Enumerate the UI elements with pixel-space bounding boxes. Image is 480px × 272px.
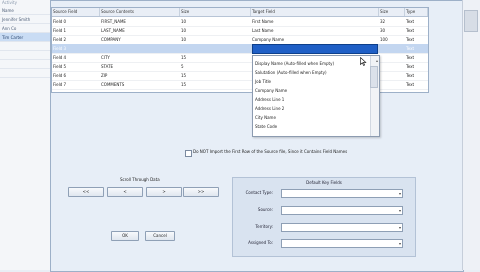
dropdown-option[interactable]: State Code (255, 123, 367, 130)
last-record-button[interactable]: >> (183, 187, 219, 197)
dropdown-scrollbar[interactable]: ▴ (370, 56, 379, 136)
source-select[interactable]: ▾ (281, 206, 403, 215)
cell-source-contents: COMMENTS (101, 82, 125, 87)
cell-source-field: Field 2 (53, 37, 67, 42)
contact-type-label: Contact Type: (245, 190, 273, 195)
list-item[interactable] (0, 69, 50, 78)
cell-target-size: 32 (380, 19, 386, 24)
first-record-button[interactable]: << (68, 187, 104, 197)
list-item[interactable]: Ann Co (0, 24, 50, 33)
chevron-down-icon[interactable]: ▾ (399, 224, 401, 231)
ok-button[interactable]: OK (111, 231, 139, 241)
cell-source-contents (100, 44, 180, 53)
cell-type: Text (406, 46, 415, 51)
column-header-type[interactable]: Type (405, 8, 428, 16)
source-label: Source: (257, 207, 273, 212)
column-header-source-contents[interactable]: Source Contents (100, 8, 180, 16)
cell-source-contents: FIRST_NAME (101, 19, 126, 24)
contact-type-select[interactable]: ▾ (281, 189, 403, 198)
chevron-down-icon[interactable]: ▾ (399, 207, 401, 214)
dropdown-option[interactable]: Display Name (Auto-filled when Empty) (255, 60, 367, 67)
cell-size: 5 (181, 64, 184, 69)
list-item[interactable]: Jennifer Smith (0, 15, 50, 24)
cell-target-size (379, 44, 405, 53)
background-list-panel: Activity Name Jennifer Smith Ann Co Tim … (0, 0, 51, 270)
cell-type: Text (406, 82, 415, 87)
column-header-source-field[interactable]: Source Field (52, 8, 100, 16)
territory-select[interactable]: ▾ (281, 223, 403, 232)
dropdown-scroll-thumb[interactable] (370, 66, 378, 88)
cancel-button[interactable]: Cancel (145, 231, 175, 241)
default-key-fields-title: Default Key Fields (306, 180, 342, 185)
cell-source-contents: ZIP (101, 73, 108, 78)
cell-target-size: 30 (380, 28, 386, 33)
pointer-cursor-icon (360, 57, 367, 66)
column-header-size[interactable]: Size (180, 8, 251, 16)
cell-size: 10 (181, 37, 187, 42)
cell-target-size: 100 (380, 37, 388, 42)
cell-size: 15 (181, 82, 187, 87)
cell-source-field: Field 5 (53, 64, 67, 69)
dropdown-option[interactable]: City Name (255, 114, 367, 121)
target-field-dropdown-list: Display Name (Auto-filled when Empty) Sa… (252, 55, 380, 137)
territory-label: Territory: (255, 224, 273, 229)
cell-type: Text (406, 37, 415, 42)
dropdown-option[interactable]: Salutation (Auto-filled when Empty) (255, 69, 367, 76)
default-key-fields-panel: Default Key Fields Contact Type: ▾ Sourc… (232, 177, 416, 257)
cell-source-contents: CITY (101, 55, 110, 60)
skip-first-row-checkbox[interactable] (185, 150, 192, 157)
window-scrollbar[interactable] (462, 0, 480, 270)
column-header-target-field[interactable]: Target Field (251, 8, 379, 16)
list-item[interactable] (0, 60, 50, 69)
panel-title: Activity (2, 0, 17, 5)
cell-source-field: Field 4 (53, 55, 67, 60)
window-scrollbar-thumb[interactable] (464, 10, 478, 32)
cell-size: 10 (181, 19, 187, 24)
dropdown-option[interactable]: Address Line 2 (255, 105, 367, 112)
cell-source-field: Field 6 (53, 73, 67, 78)
cell-source-field: Field 1 (53, 28, 67, 33)
cell-source-contents: LAST_NAME (101, 28, 125, 33)
list-item[interactable]: Name (0, 6, 50, 15)
list-item[interactable] (0, 51, 50, 60)
cell-size: 10 (181, 28, 187, 33)
dropdown-option[interactable]: Address Line 1 (255, 96, 367, 103)
next-record-button[interactable]: > (146, 187, 182, 197)
cell-source-field: Field 3 (53, 46, 67, 51)
cell-size: 15 (181, 55, 187, 60)
column-header-target-size[interactable]: Size (379, 8, 405, 16)
grid-header: Source Field Source Contents Size Target… (52, 8, 428, 17)
cell-type: Text (406, 55, 415, 60)
dropdown-option[interactable]: Company Name (255, 87, 367, 94)
dropdown-option[interactable]: Job Title (255, 78, 367, 85)
cell-type: Text (406, 64, 415, 69)
assigned-to-value (282, 251, 284, 256)
previous-record-button[interactable]: < (107, 187, 143, 197)
cell-target-field[interactable]: Last Name (251, 26, 379, 35)
cell-type: Text (406, 73, 415, 78)
cell-target-field[interactable]: First Name (251, 17, 379, 26)
scroll-up-arrow-icon[interactable]: ▴ (376, 58, 378, 63)
cell-size: 15 (181, 73, 187, 78)
scroll-through-data-title: Scroll Through Data (120, 177, 160, 182)
cell-target-field[interactable]: Company Name (251, 35, 379, 44)
cell-source-field: Field 0 (53, 19, 67, 24)
skip-first-row-label: Do NOT Import the First Row of the Sourc… (193, 149, 348, 154)
cell-source-field: Field 7 (53, 82, 67, 87)
cell-source-contents: STATE (101, 64, 114, 69)
assigned-to-select[interactable]: ▾ (281, 239, 403, 248)
cell-size (180, 44, 251, 53)
chevron-down-icon[interactable]: ▾ (399, 190, 401, 197)
list-item[interactable]: Tim Carter (0, 33, 50, 42)
cell-type: Text (406, 28, 415, 33)
cell-type: Text (406, 19, 415, 24)
chevron-down-icon[interactable]: ▾ (399, 240, 401, 247)
cell-source-contents: COMPANY (101, 37, 121, 42)
list-item[interactable] (0, 42, 50, 51)
target-field-combo[interactable]: -- Select Target Field, As Required -- (252, 44, 378, 61)
assigned-to-label: Assigned To: (248, 240, 273, 245)
